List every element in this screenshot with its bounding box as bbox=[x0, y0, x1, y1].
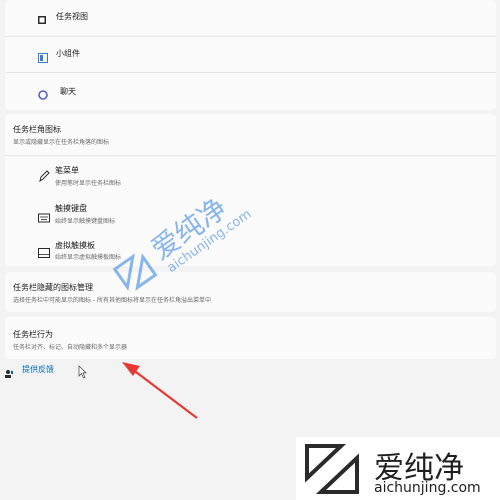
corner-watermark: 爱纯净 aichunjing.com bbox=[296, 437, 500, 500]
annotation-arrow-shaft bbox=[131, 368, 198, 419]
corner-logo-icon bbox=[305, 444, 359, 494]
corner-watermark-url: aichunjing.com bbox=[374, 480, 481, 496]
